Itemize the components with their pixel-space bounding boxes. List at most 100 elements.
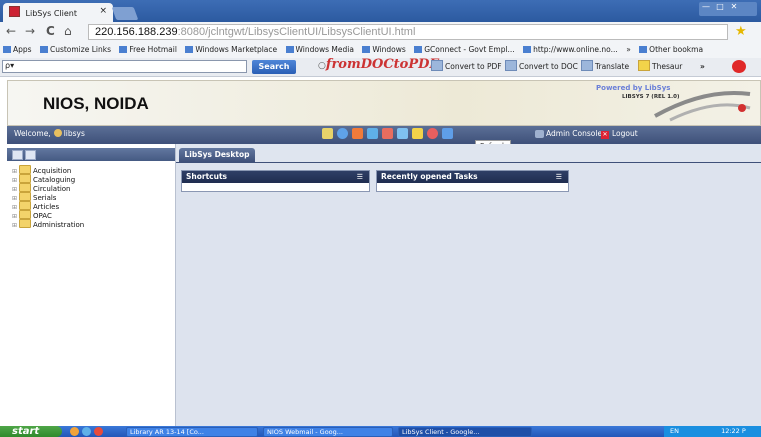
- url-path: :8080/jclntgwt/LibsysClientUI/LibsysClie…: [177, 26, 416, 38]
- tree-item-serials[interactable]: ⊞ Serials: [12, 192, 84, 202]
- close-window-icon[interactable]: ✕: [727, 2, 741, 11]
- bookmark-windows[interactable]: Windows: [362, 42, 406, 58]
- save-icon[interactable]: [397, 128, 408, 139]
- new-tab-button[interactable]: [111, 7, 139, 20]
- expand-icon[interactable]: ⊞: [12, 221, 19, 230]
- bookmark-online-no[interactable]: http://www.online.no...: [523, 42, 618, 58]
- folder-icon: [19, 165, 31, 174]
- recent-tasks-title: Recently opened Tasks: [381, 172, 478, 181]
- bookmark-customize-links[interactable]: Customize Links: [39, 42, 111, 58]
- gconnect-icon: [414, 46, 423, 53]
- tree-item-administration[interactable]: ⊞ Administration: [12, 219, 84, 230]
- system-tray: EN 12:22 P: [664, 426, 761, 437]
- tool-icon-1[interactable]: [322, 128, 333, 139]
- folder-icon: [19, 192, 31, 201]
- tree-item-cataloguing[interactable]: ⊞ Cataloguing: [12, 174, 84, 184]
- forward-button[interactable]: →: [25, 24, 35, 38]
- desktop-content: [176, 163, 761, 426]
- bookmark-star-icon[interactable]: ★: [735, 24, 747, 39]
- toolbar-search-button[interactable]: Search: [252, 60, 296, 74]
- toolbar-search-input[interactable]: ρ▾: [2, 60, 247, 73]
- language-indicator[interactable]: EN: [670, 427, 679, 435]
- minimize-icon[interactable]: —: [699, 2, 713, 11]
- book-icon[interactable]: [367, 128, 378, 139]
- thesaurus-icon: [638, 60, 650, 71]
- chrome-icon[interactable]: [94, 427, 103, 436]
- recent-tasks-portlet-header: Recently opened Tasks ☰: [377, 171, 568, 183]
- apps-icon: [3, 46, 11, 53]
- addon-red-icon[interactable]: [732, 60, 746, 73]
- admin-console-link[interactable]: Admin Console: [535, 129, 602, 138]
- folder-open-icon[interactable]: [382, 128, 393, 139]
- search-icon[interactable]: [337, 128, 348, 139]
- folder-icon: [19, 201, 31, 210]
- collapse-all-icon[interactable]: [25, 150, 36, 160]
- page-icon: [185, 46, 194, 53]
- home-button[interactable]: ⌂: [64, 24, 72, 38]
- tree-item-circulation[interactable]: ⊞ Circulation: [12, 183, 84, 193]
- url-host: 220.156.188.239: [95, 26, 178, 38]
- tree-item-articles[interactable]: ⊞ Articles: [12, 201, 84, 211]
- convert-to-pdf-button[interactable]: Convert to PDF: [431, 60, 502, 74]
- welcome-user: Welcome, libsys: [14, 129, 85, 138]
- browser-tab[interactable]: LibSys Client ×: [3, 3, 113, 22]
- task-nios-webmail[interactable]: NIOS Webmail - Goog...: [263, 427, 393, 437]
- pdf-icon: [431, 60, 443, 71]
- username: libsys: [63, 129, 85, 138]
- translate-icon: [581, 60, 593, 71]
- admin-icon: [535, 130, 544, 138]
- media-icon: [285, 46, 294, 53]
- toolbar-overflow[interactable]: »: [700, 60, 705, 74]
- task-libsys-client[interactable]: LibSys Client - Google...: [398, 427, 532, 437]
- quicklaunch-icon-1[interactable]: [70, 427, 79, 436]
- bookmark-free-hotmail[interactable]: Free Hotmail: [119, 42, 177, 58]
- bookmarks-overflow[interactable]: »: [626, 42, 631, 58]
- shortcuts-portlet: Shortcuts ☰: [181, 170, 370, 192]
- bookmark-windows-marketplace[interactable]: Windows Marketplace: [185, 42, 277, 58]
- bookmark-gconnect[interactable]: GConnect - Govt Empl...: [414, 42, 515, 58]
- shortcuts-portlet-header: Shortcuts ☰: [182, 171, 369, 183]
- desktop-tab-bar: [176, 148, 761, 164]
- bookmark-icon: [39, 46, 48, 53]
- help-icon[interactable]: [427, 128, 438, 139]
- doc-icon: [505, 60, 517, 71]
- bookmark-other[interactable]: Other bookma: [639, 42, 703, 58]
- translate-button[interactable]: Translate: [581, 60, 629, 74]
- left-panel-header: [7, 148, 175, 161]
- quicklaunch-icon-2[interactable]: [82, 427, 91, 436]
- window-controls[interactable]: — □ ✕: [699, 2, 757, 16]
- folder-icon: [19, 219, 31, 228]
- refresh-icon[interactable]: [442, 128, 453, 139]
- clock: 12:22 P: [721, 427, 746, 435]
- print-icon[interactable]: [412, 128, 423, 139]
- expand-all-icon[interactable]: [12, 150, 23, 160]
- tab-libsys-desktop[interactable]: LibSys Desktop: [179, 148, 255, 162]
- tree-item-acquisition[interactable]: ⊞ Acquisition: [12, 165, 84, 175]
- thesaurus-button[interactable]: Thesaur: [638, 60, 682, 74]
- bookmark-windows-media[interactable]: Windows Media: [285, 42, 354, 58]
- folder-icon: [19, 174, 31, 183]
- browser-tab-title: LibSys Client: [25, 9, 77, 18]
- portlet-menu-icon[interactable]: ☰: [556, 171, 562, 183]
- maximize-icon[interactable]: □: [713, 2, 727, 11]
- url-input[interactable]: 220.156.188.239:8080/jclntgwt/LibsysClie…: [88, 24, 728, 40]
- welcome-label: Welcome,: [14, 129, 51, 138]
- libsys-swoosh-logo: [654, 90, 751, 122]
- back-button[interactable]: ←: [6, 24, 16, 38]
- reload-button[interactable]: C: [46, 24, 55, 38]
- bookmark-icon: [119, 46, 128, 53]
- logout-link[interactable]: ✕ Logout: [601, 129, 638, 139]
- start-button[interactable]: start: [0, 426, 62, 437]
- organization-name: NIOS, NOIDA: [43, 94, 149, 113]
- tab-close-icon[interactable]: ×: [99, 6, 107, 16]
- folder-icon: [19, 210, 31, 219]
- mail-icon[interactable]: [352, 128, 363, 139]
- tree-item-opac[interactable]: ⊞ OPAC: [12, 210, 84, 220]
- fromdoctopdf-logo[interactable]: ○fromDOCtoPDF: [318, 58, 439, 73]
- task-library-ar[interactable]: Library AR 13-14 [Co...: [126, 427, 258, 437]
- portlet-menu-icon[interactable]: ☰: [357, 171, 363, 183]
- convert-to-doc-button[interactable]: Convert to DOC: [505, 60, 578, 74]
- user-icon: [53, 129, 62, 137]
- folder-icon: [19, 183, 31, 192]
- bookmark-apps[interactable]: Apps: [3, 42, 32, 58]
